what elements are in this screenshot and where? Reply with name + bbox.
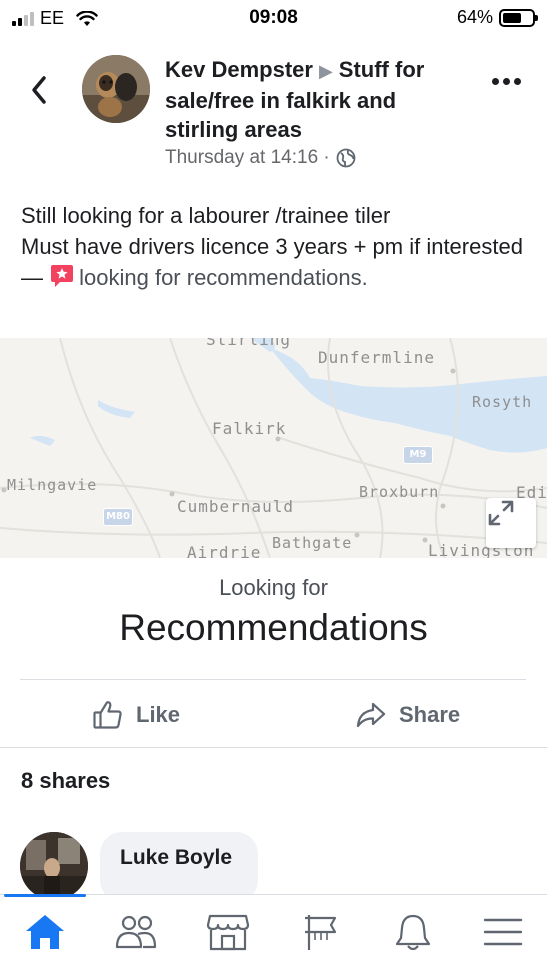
activity-text: looking for recommendations. [79,265,368,290]
author-avatar[interactable] [82,55,150,123]
expand-icon [488,500,514,526]
share-label: Share [399,702,461,727]
pages-flag-icon [305,915,337,950]
more-dot-icon [514,78,521,85]
nav-pages[interactable] [296,909,346,955]
bottom-navigation [0,894,547,970]
menu-hamburger-icon [483,918,523,946]
road-sign-m9: M9 [403,446,433,464]
map-label-dunfermline: Dunfermline [318,348,435,367]
status-bar: EE 09:08 64% [0,0,547,36]
status-right: 64% [456,7,538,28]
back-button[interactable] [24,72,54,108]
commenter-avatar[interactable] [20,832,88,900]
globe-icon [336,148,356,168]
notifications-bell-icon [395,914,431,951]
map-label-broxburn: Broxburn [359,483,440,501]
map-label-airdrie: Airdrie [187,543,262,558]
friends-icon [115,915,157,949]
map-label-stirling: Stirling [206,338,292,349]
comment-bubble[interactable]: Luke Boyle [100,832,258,902]
like-label: Like [136,702,181,727]
post-timestamp[interactable]: Thursday at 14:16 · [165,147,330,169]
like-button[interactable]: Like [92,693,180,737]
map-expand-button[interactable] [486,498,536,548]
post-body: Still looking for a labourer /trainee ti… [21,200,531,293]
shares-count[interactable]: 8 shares [21,768,110,794]
post-text-line-2: Must have drivers licence 3 years + pm i… [21,231,531,293]
author-name[interactable]: Kev Dempster [165,57,313,82]
nav-marketplace[interactable] [203,909,253,955]
recommendation-subtitle: Looking for [219,575,328,600]
dog-photo [82,55,150,123]
road-sign-m80: M80 [103,508,133,526]
nav-menu[interactable] [478,909,528,955]
map-label-falkirk: Falkirk [212,419,287,438]
marketplace-icon [206,914,250,951]
map-label-rosyth: Rosyth [472,393,533,411]
post-meta: Kev Dempster ▶ Stuff for sale/free in falk… [165,55,465,169]
nav-notifications[interactable] [388,909,438,955]
divider [20,679,526,680]
thumbs-up-icon [93,701,122,729]
more-dot-icon [492,78,499,85]
nav-friends[interactable] [111,909,161,955]
divider [0,747,547,748]
post-timestamp-row: Thursday at 14:16 · [165,147,465,169]
commenter-name[interactable]: Luke Boyle [120,846,238,870]
map-graphic [0,338,547,558]
map-preview[interactable]: Stirling Dunfermline Rosyth Falkirk Miln… [0,338,547,558]
activity-tag[interactable]: looking for recommendations. [49,265,368,290]
commenter-photo [20,832,88,900]
battery-percent: 64% [456,7,493,27]
nav-home[interactable] [20,909,70,955]
triangle-right-icon: ▶ [318,61,333,81]
post-author-line: Kev Dempster ▶ Stuff for sale/free in falk… [165,55,465,144]
map-label-bathgate: Bathgate [272,534,353,552]
more-dot-icon [503,78,510,85]
recommendation-star-icon [51,265,74,287]
chevron-left-icon [32,76,46,104]
recommendation-title: Recommendations [119,607,428,648]
battery-icon [499,8,538,27]
active-tab-indicator [4,894,86,897]
map-label-milngavie: Milngavie [7,476,98,494]
share-button[interactable]: Share [355,693,460,737]
map-label-cumbernauld: Cumbernauld [177,497,294,516]
post-text-line-1: Still looking for a labourer /trainee ti… [21,203,391,228]
share-arrow-icon [356,702,386,728]
more-options-button[interactable] [492,78,521,85]
home-icon [26,915,64,949]
